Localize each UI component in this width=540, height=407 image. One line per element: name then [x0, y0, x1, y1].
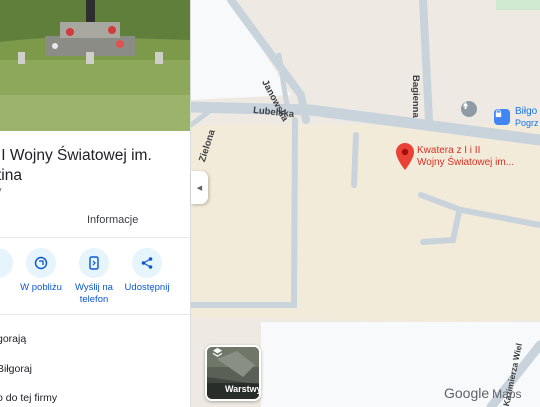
maps-logo-text: Maps [492, 387, 522, 401]
green-area [496, 0, 540, 10]
google-maps-logo: Google Maps [444, 385, 522, 401]
address-row[interactable]: gorają [0, 333, 26, 345]
place-category: y [0, 185, 2, 197]
marker-label-line1[interactable]: Kwatera z I i II [417, 145, 480, 157]
maps-app: Lubelska Janowska Bagienna Zielona Kazim… [0, 0, 540, 407]
layers-button[interactable]: Warstwy [205, 345, 261, 401]
locality-row[interactable]: Biłgoraj [0, 363, 32, 375]
send-to-phone-label2: telefon [79, 294, 109, 305]
share-icon [132, 248, 162, 278]
share-label: Udostępnij [124, 282, 170, 293]
block-area [191, 125, 540, 322]
nearby-icon [26, 248, 56, 278]
send-to-phone-label1: Wyślij na [75, 282, 113, 293]
nearby-button[interactable]: W pobliżu [11, 248, 71, 294]
claim-business-row[interactable]: o do tej firmy [0, 392, 57, 404]
poi-label-line2[interactable]: Pogrz [515, 118, 539, 129]
chevron-left-icon: ◀ [196, 184, 203, 192]
collapse-panel-button[interactable]: ◀ [191, 171, 208, 204]
street-bagienna: Bagienna [410, 75, 421, 118]
place-panel: II Wojny Światowej im. tina y Informacje… [0, 0, 191, 407]
poi-label-line1[interactable]: Biłgo [515, 106, 537, 117]
send-to-phone-icon [79, 248, 109, 278]
tab-informacje[interactable]: Informacje [87, 214, 138, 226]
google-logo-text: Google [444, 385, 490, 401]
lock-icon[interactable] [494, 109, 510, 125]
place-photo[interactable] [0, 0, 190, 131]
actions-divider [0, 314, 190, 315]
memorial-photo [0, 0, 190, 131]
map-canvas[interactable]: Lubelska Janowska Bagienna Zielona Kazim… [191, 0, 540, 407]
layers-icon [212, 347, 223, 357]
share-button[interactable]: Udostępnij [117, 248, 177, 294]
place-title-line2: tina [0, 167, 22, 184]
poi-gray-icon[interactable] [461, 101, 477, 117]
layers-label: Warstwy [225, 384, 261, 394]
tab-divider [0, 237, 190, 238]
marker-label-line2[interactable]: Wojny Światowej im... [417, 157, 514, 169]
send-to-phone-button[interactable]: Wyślij na telefon [64, 248, 124, 306]
place-title-line1: II Wojny Światowej im. [0, 147, 152, 164]
nearby-label: W pobliżu [20, 282, 62, 293]
